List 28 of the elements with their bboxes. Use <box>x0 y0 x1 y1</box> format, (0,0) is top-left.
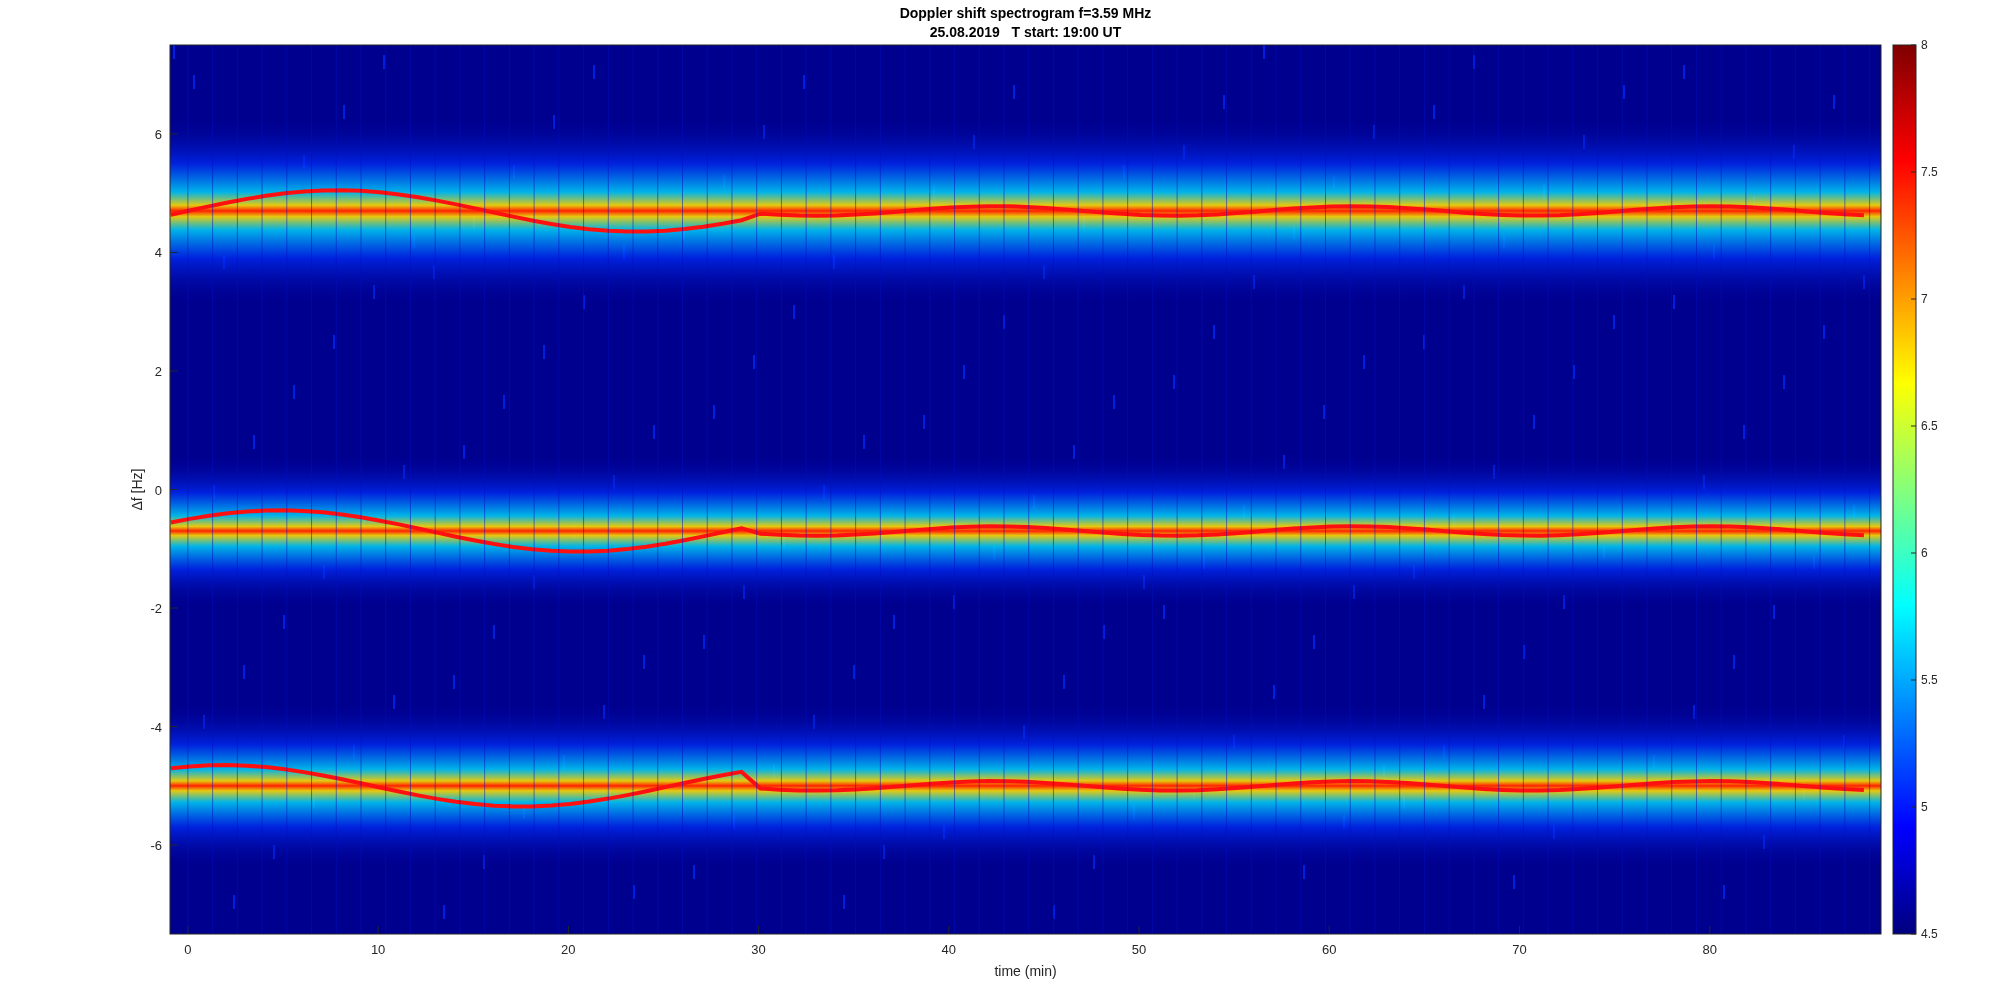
x-tick-label: 30 <box>751 942 766 957</box>
x-axis-label: time (min) <box>994 963 1057 979</box>
x-tick-label: 40 <box>941 942 957 957</box>
y-tick-label: 0 <box>154 482 162 498</box>
y-tick-label: -6 <box>150 838 162 854</box>
x-tick-label: 70 <box>1512 942 1527 957</box>
x-tick-label: 60 <box>1322 942 1337 957</box>
colorbar-tick-label: 5.5 <box>1921 673 1938 687</box>
y-tick-label: -2 <box>150 601 162 617</box>
y-tick-label: 2 <box>154 363 162 379</box>
x-tick-label: 10 <box>370 942 386 957</box>
y-axis-label: Δf [Hz] <box>129 468 145 511</box>
colorbar-tick-label: 8 <box>1921 38 1928 52</box>
colorbar-tick-label: 6.5 <box>1921 419 1938 433</box>
y-tick-label: 4 <box>154 245 162 261</box>
colorbar-tick-label: 7.5 <box>1921 165 1938 179</box>
chart-title: Doppler shift spectrogram f=3.59 MHz <box>899 5 1152 21</box>
x-tick-label: 20 <box>561 942 576 957</box>
x-tick-label: 50 <box>1131 942 1147 957</box>
y-tick-label: 6 <box>154 126 162 142</box>
x-tick-label: 0 <box>184 942 192 957</box>
colorbar-tick-label: 4.5 <box>1921 927 1938 941</box>
colorbar-tick-label: 7 <box>1921 292 1928 306</box>
x-tick-label: 80 <box>1702 942 1717 957</box>
colorbar-tick-label: 5 <box>1921 800 1928 814</box>
y-tick-label: -4 <box>150 719 162 735</box>
chart-subtitle: 25.08.2019 T start: 19:00 UT <box>929 24 1122 40</box>
colorbar-tick-label: 6 <box>1921 546 1928 560</box>
